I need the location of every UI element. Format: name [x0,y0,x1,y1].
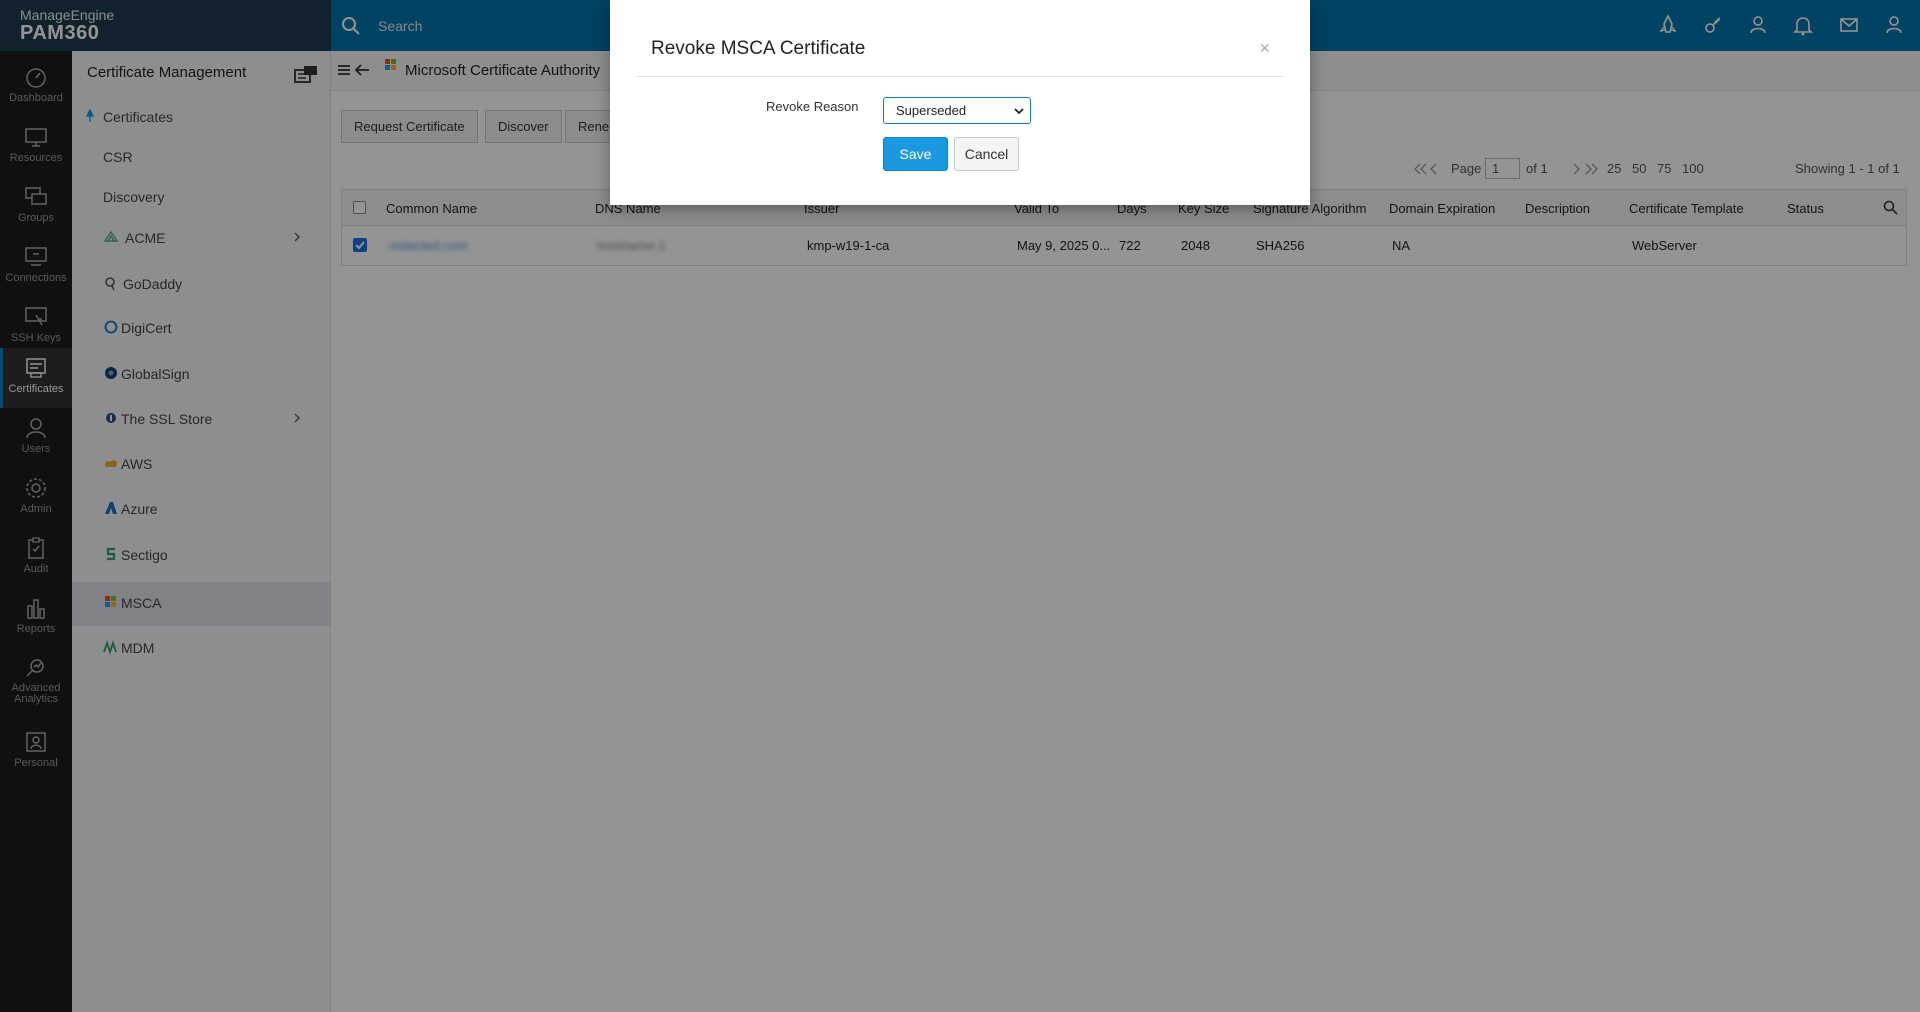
revoke-certificate-dialog: Revoke MSCA Certificate × Revoke Reason … [610,0,1310,205]
cancel-button[interactable]: Cancel [954,137,1019,171]
revoke-reason-label: Revoke Reason [766,99,859,114]
save-button[interactable]: Save [883,137,948,171]
revoke-reason-select[interactable]: Superseded [883,97,1031,124]
chevron-down-icon [1014,108,1024,115]
dialog-title: Revoke MSCA Certificate [651,38,866,59]
revoke-reason-value: Superseded [896,103,967,118]
dialog-divider [636,76,1284,77]
close-icon[interactable]: × [1259,38,1270,59]
